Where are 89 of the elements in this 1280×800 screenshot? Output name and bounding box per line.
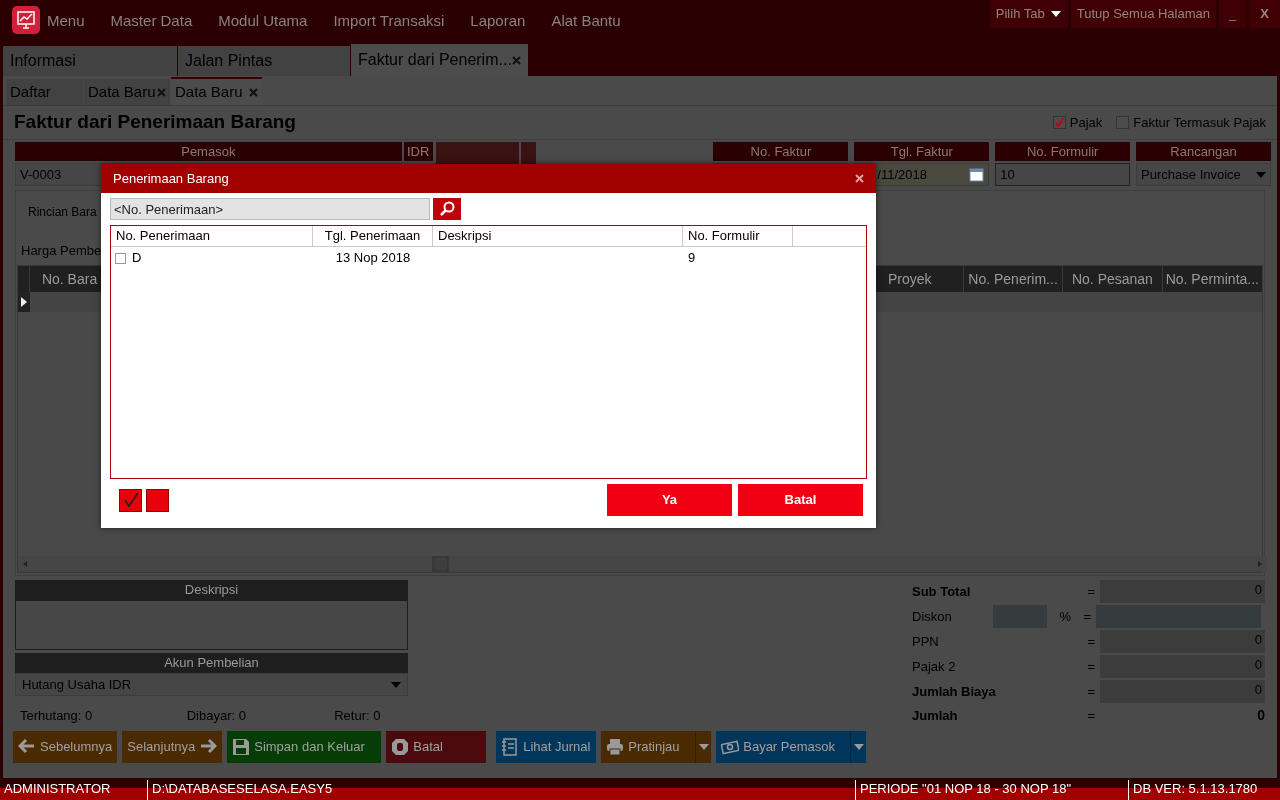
column-header: No. Perminta... — [1164, 270, 1260, 289]
equals-sign: = — [1086, 657, 1095, 676]
arrow-left-icon — [18, 738, 36, 756]
total-label: Sub Total — [912, 582, 972, 601]
close-icon[interactable] — [512, 55, 521, 65]
select-all-button[interactable] — [119, 488, 142, 512]
printer-icon — [606, 738, 625, 756]
equals-sign: = — [1086, 682, 1095, 701]
action-button[interactable]: Sebelumnya — [13, 731, 118, 763]
status-text: ADMINISTRATOR — [0, 780, 148, 800]
dialog-button[interactable]: Ya — [607, 484, 732, 516]
pick-tab-button[interactable]: Pilih Tab — [989, 0, 1068, 28]
summary-text: Terhutang: 0 — [20, 707, 94, 725]
column-header: Deskripsi — [433, 226, 683, 246]
form-title: Faktur dari Penerimaan Barang — [14, 111, 296, 134]
percent-sign: % — [1058, 607, 1071, 626]
menu-item[interactable]: Menu — [40, 0, 95, 42]
action-button[interactable]: Batal — [386, 731, 487, 763]
field-label: No. Faktur — [713, 142, 849, 161]
notebook-icon — [501, 738, 520, 756]
page-tab[interactable]: Faktur dari Penerim... — [351, 44, 528, 76]
currency-label: IDR — [403, 142, 433, 161]
arrow-right-icon — [199, 738, 218, 756]
checkbox-option[interactable]: Faktur Termasuk Pajak — [1116, 112, 1266, 133]
total-label: PPN — [912, 632, 940, 651]
action-button[interactable]: Simpan dan Keluar — [227, 731, 382, 763]
menu-item[interactable]: Master Data — [100, 0, 203, 42]
close-all-button[interactable]: Tutup Semua Halaman — [1070, 0, 1216, 28]
column-header: Tgl. Penerimaan — [313, 226, 433, 246]
menu-item[interactable]: Laporan — [460, 0, 536, 42]
field-label: Pemasok — [15, 142, 402, 161]
action-button[interactable]: Selanjutnya — [122, 731, 223, 763]
dropdown-button[interactable] — [850, 731, 867, 763]
deselect-all-button[interactable] — [146, 488, 169, 512]
calendar-icon[interactable] — [969, 167, 985, 182]
summary-text: Dibayar: 0 — [186, 707, 247, 725]
total-label: Jumlah — [912, 706, 959, 725]
status-text: D:\DATABASESELASA.EASY5 — [148, 780, 856, 800]
search-field[interactable]: <No. Penerimaan> — [110, 198, 430, 220]
equals-sign: = — [1082, 607, 1091, 626]
status-text: DB VER: 5.1.13.1780 — [1132, 780, 1259, 798]
table-cell: 9 — [688, 250, 696, 266]
status-text: PERIODE "01 NOP 18 - 30 NOP 18" — [856, 780, 1129, 800]
column-header: No. Formulir — [683, 226, 793, 246]
equals-sign: = — [1086, 582, 1095, 601]
search-button[interactable] — [433, 198, 461, 220]
total-amount: 0 — [1256, 706, 1265, 725]
close-button[interactable]: X — [1249, 0, 1280, 28]
field-label: Rancangan — [1136, 142, 1271, 161]
caret-icon — [1255, 171, 1266, 178]
table-cell: 13 Nop 2018 — [335, 250, 411, 266]
detail-tab[interactable]: Rincian Bara — [28, 205, 97, 219]
field-label: Tgl. Faktur — [854, 142, 990, 161]
row-checkbox[interactable] — [115, 252, 126, 264]
monitor-chart-icon[interactable] — [12, 6, 40, 34]
check-icon — [122, 492, 139, 508]
money-icon — [721, 738, 740, 756]
close-icon[interactable] — [855, 174, 864, 183]
summary-text: Retur: 0 — [334, 707, 382, 725]
search-icon — [439, 201, 455, 217]
action-button[interactable]: Bayar Pemasok — [716, 731, 851, 763]
caret-icon — [1050, 11, 1061, 17]
dialog-button[interactable]: Batal — [738, 484, 863, 516]
description-field[interactable] — [15, 600, 408, 650]
dialog-title: Penerimaan Barang — [113, 169, 229, 188]
minimize-button[interactable]: _ — [1219, 0, 1246, 28]
close-icon[interactable] — [249, 87, 258, 97]
caret-icon — [391, 681, 401, 688]
menu-item[interactable]: Alat Bantu — [541, 0, 631, 42]
equals-sign: = — [1086, 706, 1095, 725]
dropdown-button[interactable] — [695, 731, 712, 763]
total-label: Pajak 2 — [912, 657, 957, 676]
panel-label: Akun Pembelian — [15, 653, 408, 673]
caret-icon — [853, 744, 864, 750]
caret-icon — [698, 744, 709, 750]
equals-sign: = — [1086, 632, 1095, 651]
checkbox-option[interactable]: Pajak — [1052, 112, 1103, 133]
price-label: Harga Pembe — [21, 243, 102, 258]
action-button[interactable]: Lihat Jurnal — [496, 731, 597, 763]
table-cell-text: D — [132, 249, 142, 268]
total-label: Diskon — [912, 607, 953, 626]
panel-label: Deskripsi — [15, 580, 408, 600]
close-icon[interactable] — [157, 87, 166, 97]
column-header: No. Penerimaan — [111, 226, 313, 246]
action-button[interactable]: Pratinjau — [601, 731, 696, 763]
field-label: No. Formulir — [995, 142, 1131, 161]
menu-item[interactable]: Import Transaksi — [323, 0, 455, 42]
menu-item[interactable]: Modul Utama — [208, 0, 318, 42]
check-icon — [1053, 117, 1065, 128]
